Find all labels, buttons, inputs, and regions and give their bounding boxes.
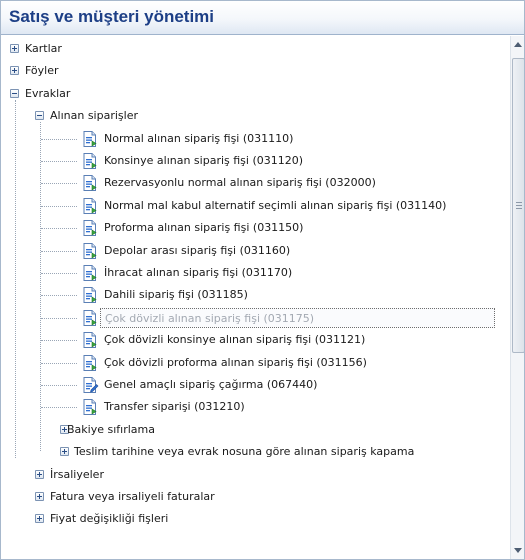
navigation-panel: Satış ve müşteri yönetimi Kartlar Föyler E…: [0, 0, 525, 560]
tree-item-subgroup[interactable]: Teslim tarihine veya evrak nosuna göre a…: [1, 441, 501, 463]
document-edit-icon: [81, 376, 99, 394]
thumb-grip: [516, 205, 522, 206]
tree-item-label: Dahili sipariş fişi (031185): [104, 288, 248, 301]
tree-item-label: Çok dövizli proforma alınan sipariş fişi…: [104, 356, 367, 369]
document-form-icon: [81, 309, 99, 327]
expand-plus-icon[interactable]: [60, 447, 69, 456]
expand-plus-icon[interactable]: [35, 492, 44, 501]
tree-item-document[interactable]: Depolar arası sipariş fişi (031160): [1, 240, 501, 262]
panel-header: Satış ve müşteri yönetimi: [1, 1, 524, 35]
tree-item-document[interactable]: Çok dövizli alınan sipariş fişi (031175): [1, 307, 501, 329]
tree-item-label: İrsaliyeler: [50, 468, 104, 481]
tree-item-label: Çok dövizli alınan sipariş fişi (031175): [105, 312, 315, 325]
thumb-grip: [516, 208, 522, 209]
tree-item-label: Çok dövizli konsinye alınan sipariş fişi…: [104, 333, 366, 346]
collapse-minus-icon[interactable]: [10, 89, 19, 98]
thumb-grip: [516, 202, 522, 203]
tree-item-label: Normal alınan sipariş fişi (031110): [104, 132, 294, 145]
tree-item-label: Konsinye alınan sipariş fişi (031120): [104, 154, 304, 167]
tree-item-document[interactable]: Transfer siparişi (031210): [1, 396, 501, 418]
tree-item-document[interactable]: Konsinye alınan sipariş fişi (031120): [1, 150, 501, 172]
expand-plus-icon[interactable]: [35, 470, 44, 479]
tree-item-document[interactable]: Rezervasyonlu normal alınan sipariş fişi…: [1, 172, 501, 194]
tree-item-label: Depolar arası sipariş fişi (031160): [104, 244, 291, 257]
expand-plus-icon[interactable]: [35, 514, 44, 523]
document-form-icon: [81, 174, 99, 192]
panel-title: Satış ve müşteri yönetimi: [9, 7, 215, 26]
tree-item-föyler[interactable]: Föyler: [1, 60, 501, 82]
expand-plus-icon[interactable]: [10, 66, 19, 75]
tree-item-document[interactable]: Normal alınan sipariş fişi (031110): [1, 128, 501, 150]
document-form-icon: [81, 152, 99, 170]
expand-plus-icon[interactable]: [10, 44, 19, 53]
tree-item-label: Fatura veya irsaliyeli faturalar: [50, 490, 215, 503]
tree-item-document[interactable]: Genel amaçlı sipariş çağırma (067440): [1, 374, 501, 396]
document-form-icon: [81, 242, 99, 260]
tree-item-label: Normal mal kabul alternatif seçimli alın…: [104, 199, 447, 212]
vertical-scrollbar[interactable]: [510, 36, 524, 559]
tree-item-document[interactable]: Çok dövizli konsinye alınan sipariş fişi…: [1, 329, 501, 351]
document-form-icon: [81, 219, 99, 237]
tree-item-label: Teslim tarihine veya evrak nosuna göre a…: [74, 445, 415, 458]
tree-item-document[interactable]: Normal mal kabul alternatif seçimli alın…: [1, 195, 501, 217]
document-form-icon: [81, 264, 99, 282]
tree-item-subgroup[interactable]: Bakiye sıfırlama: [1, 419, 501, 441]
tree-item-label: Genel amaçlı sipariş çağırma (067440): [104, 378, 318, 391]
tree-item-document[interactable]: İhracat alınan sipariş fişi (031170): [1, 262, 501, 284]
collapse-minus-icon[interactable]: [35, 111, 44, 120]
tree-item-label: Transfer siparişi (031210): [104, 400, 245, 413]
tree-item-label: Proforma alınan sipariş fişi (031150): [104, 221, 304, 234]
document-form-icon: [81, 197, 99, 215]
tree-item-document[interactable]: Çok dövizli proforma alınan sipariş fişi…: [1, 352, 501, 374]
document-form-icon: [81, 331, 99, 349]
tree-item-document[interactable]: Proforma alınan sipariş fişi (031150): [1, 217, 501, 239]
document-form-icon: [81, 286, 99, 304]
document-form-icon: [81, 130, 99, 148]
selection-highlight: Çok dövizli alınan sipariş fişi (031175): [100, 308, 495, 328]
tree-item-label: Fiyat değişikliği fişleri: [50, 512, 169, 525]
tree-item-bottom[interactable]: İrsaliyeler: [1, 464, 501, 486]
tree-item-evraklar[interactable]: Evraklar: [1, 83, 501, 105]
scroll-down-arrow-icon[interactable]: [514, 548, 522, 553]
tree-item-label: Kartlar: [25, 42, 62, 55]
tree-item-label: Alınan siparişler: [50, 109, 138, 122]
tree-item-document[interactable]: Dahili sipariş fişi (031185): [1, 284, 501, 306]
tree-item-label: Rezervasyonlu normal alınan sipariş fişi…: [104, 176, 376, 189]
scroll-up-arrow-icon[interactable]: [514, 42, 522, 47]
tree-item-bottom[interactable]: Fiyat değişikliği fişleri: [1, 508, 501, 530]
document-form-icon: [81, 354, 99, 372]
tree-item-bottom[interactable]: Fatura veya irsaliyeli faturalar: [1, 486, 501, 508]
tree-item-label: İhracat alınan sipariş fişi (031170): [104, 266, 293, 279]
tree-item-kartlar[interactable]: Kartlar: [1, 38, 501, 60]
scroll-thumb[interactable]: [512, 58, 524, 353]
tree-item-label: Evraklar: [25, 87, 71, 100]
tree-item-label: Föyler: [25, 64, 59, 77]
tree-item-alinan-siparisler[interactable]: Alınan siparişler: [1, 105, 501, 127]
tree-item-label: Bakiye sıfırlama: [67, 423, 155, 436]
document-form-icon: [81, 398, 99, 416]
navigation-tree: Kartlar Föyler Evraklar Alınan siparişler No…: [1, 36, 509, 559]
